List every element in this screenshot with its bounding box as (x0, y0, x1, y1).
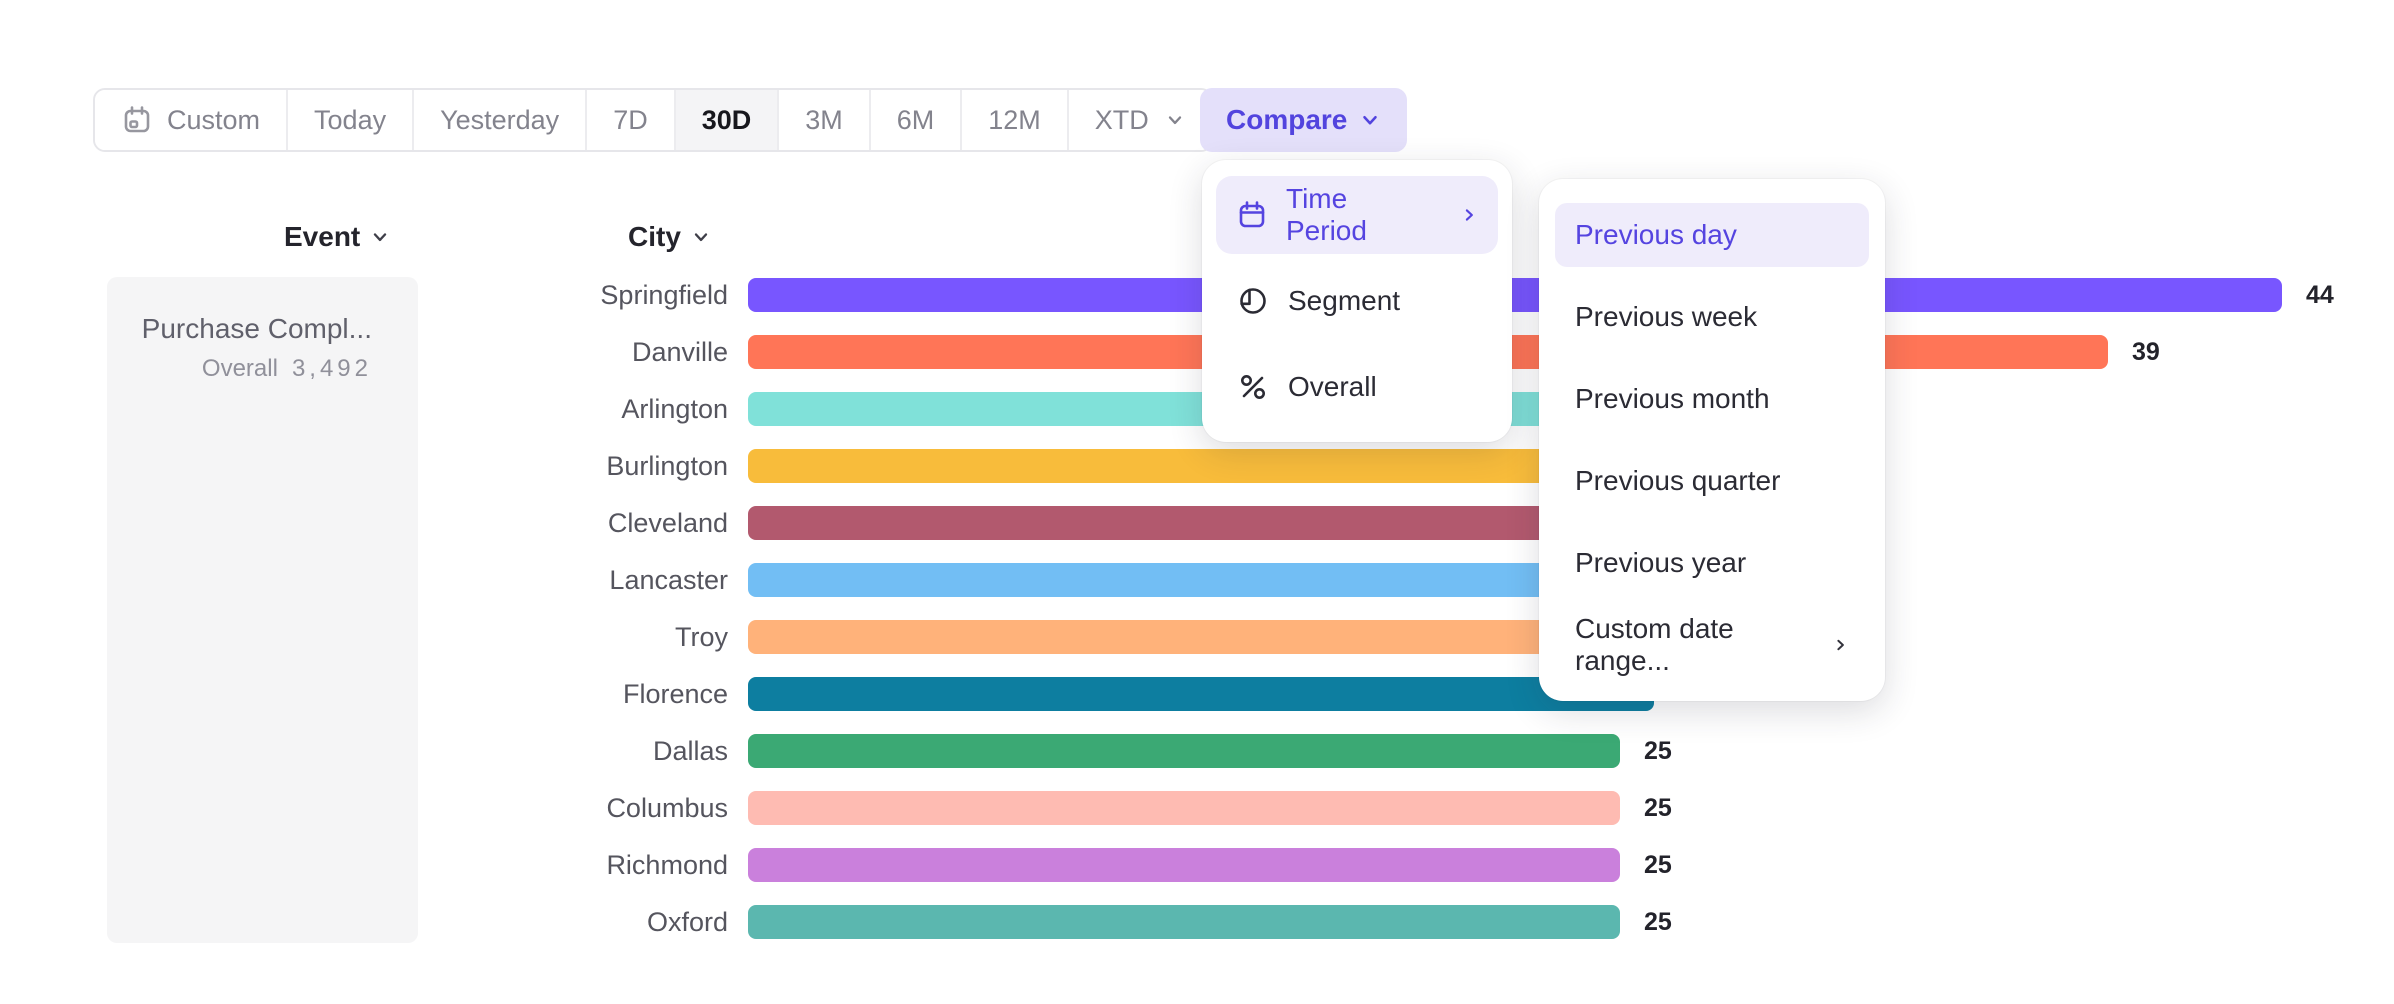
event-column-label: Event (284, 221, 360, 253)
date-range-label: 6M (897, 105, 935, 136)
date-range-7d[interactable]: 7D (585, 90, 674, 150)
submenu-item-previous-year[interactable]: Previous year (1555, 531, 1869, 595)
date-range-label: Custom (167, 105, 260, 136)
bar-florence[interactable] (748, 677, 1654, 711)
overall-label: Overall (202, 355, 278, 383)
bar-label-burlington: Burlington (300, 449, 728, 483)
menu-item-label: Custom date range... (1575, 613, 1796, 677)
bar-columbus[interactable] (748, 791, 1620, 825)
submenu-item-previous-day[interactable]: Previous day (1555, 203, 1869, 267)
compare-menu: Time Period Segment Overall (1202, 160, 1512, 442)
event-column-header[interactable]: Event (284, 221, 390, 253)
menu-item-label: Overall (1288, 371, 1377, 403)
bar-value-springfield: 44 (2306, 278, 2334, 312)
bar-label-lancaster: Lancaster (300, 563, 728, 597)
date-range-label: 7D (613, 105, 648, 136)
date-range-12m[interactable]: 12M (960, 90, 1067, 150)
chevron-right-icon (1832, 635, 1849, 655)
bar-value-oxford: 25 (1644, 905, 1672, 939)
date-range-label: Today (314, 105, 386, 136)
bar-value-danville: 39 (2132, 335, 2160, 369)
bar-value-richmond: 25 (1644, 848, 1672, 882)
bar-dallas[interactable] (748, 734, 1620, 768)
compare-button[interactable]: Compare (1200, 88, 1407, 152)
chevron-down-icon (691, 227, 711, 247)
chevron-down-icon (1359, 109, 1381, 131)
menu-item-label: Previous quarter (1575, 465, 1780, 497)
date-range-toolbar: Custom Today Yesterday 7D 30D 3M 6M 12M XTD (93, 88, 1213, 152)
menu-item-label: Previous week (1575, 301, 1757, 333)
bar-label-oxford: Oxford (300, 905, 728, 939)
bar-label-troy: Troy (300, 620, 728, 654)
submenu-item-previous-month[interactable]: Previous month (1555, 367, 1869, 431)
submenu-item-previous-week[interactable]: Previous week (1555, 285, 1869, 349)
chevron-down-icon (370, 227, 390, 247)
date-range-custom[interactable]: Custom (95, 90, 286, 150)
compare-menu-item-overall[interactable]: Overall (1216, 348, 1498, 426)
bar-value-columbus: 25 (1644, 791, 1672, 825)
bar-label-florence: Florence (300, 677, 728, 711)
bar-oxford[interactable] (748, 905, 1620, 939)
chevron-down-icon (1165, 110, 1185, 130)
submenu-item-custom-date-range[interactable]: Custom date range... (1555, 613, 1869, 677)
bar-label-cleveland: Cleveland (300, 506, 728, 540)
menu-item-label: Previous day (1575, 219, 1737, 251)
bar-springfield[interactable] (748, 278, 2282, 312)
bar-richmond[interactable] (748, 848, 1620, 882)
menu-item-label: Previous year (1575, 547, 1746, 579)
date-range-xtd[interactable]: XTD (1067, 90, 1211, 150)
bar-label-danville: Danville (300, 335, 728, 369)
submenu-item-previous-quarter[interactable]: Previous quarter (1555, 449, 1869, 513)
city-column-label: City (628, 221, 681, 253)
date-range-label: Yesterday (440, 105, 559, 136)
date-range-30d[interactable]: 30D (674, 90, 778, 150)
date-range-3m[interactable]: 3M (777, 90, 869, 150)
date-range-6m[interactable]: 6M (869, 90, 961, 150)
calendar-icon (1236, 199, 1268, 231)
compare-menu-item-time-period[interactable]: Time Period (1216, 176, 1498, 254)
time-period-submenu: Previous day Previous week Previous mont… (1539, 179, 1885, 701)
compare-button-label: Compare (1226, 104, 1347, 136)
chevron-right-icon (1460, 205, 1478, 225)
date-range-label: 12M (988, 105, 1041, 136)
bar-value-dallas: 25 (1644, 734, 1672, 768)
percent-icon (1237, 371, 1269, 403)
menu-item-label: Previous month (1575, 383, 1770, 415)
date-range-yesterday[interactable]: Yesterday (412, 90, 585, 150)
bar-label-columbus: Columbus (300, 791, 728, 825)
analytics-report-canvas: Custom Today Yesterday 7D 30D 3M 6M 12M XTD Comp… (0, 0, 2394, 1004)
date-range-label: 3M (805, 105, 843, 136)
bar-label-springfield: Springfield (300, 278, 728, 312)
date-range-label: 30D (702, 105, 752, 136)
city-column-header[interactable]: City (628, 221, 711, 253)
date-range-today[interactable]: Today (286, 90, 412, 150)
date-range-label: XTD (1095, 105, 1149, 136)
bar-label-arlington: Arlington (300, 392, 728, 426)
menu-item-label: Segment (1288, 285, 1400, 317)
compare-menu-item-segment[interactable]: Segment (1216, 262, 1498, 340)
calendar-icon (121, 104, 153, 136)
bar-label-dallas: Dallas (300, 734, 728, 768)
menu-item-label: Time Period (1286, 183, 1424, 247)
segment-icon (1237, 285, 1269, 317)
bar-label-richmond: Richmond (300, 848, 728, 882)
event-card[interactable]: Purchase Compl... Overall 3,492 (107, 277, 418, 943)
